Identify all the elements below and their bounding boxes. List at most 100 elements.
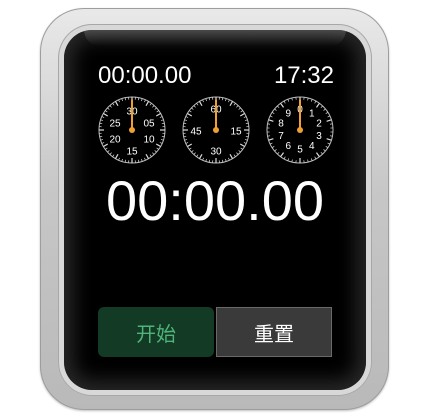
sub-dials: 30 05 10 15 20 25 60 15 30 45 0123456789 <box>98 96 334 164</box>
dial-tick <box>105 110 108 113</box>
dial-tick <box>155 112 161 117</box>
dial-tick <box>152 105 155 108</box>
dial-tick <box>315 102 320 108</box>
dial-tick <box>152 152 155 155</box>
dial-tick <box>314 100 317 104</box>
tenths-dial-hub <box>297 127 303 133</box>
dial-tick <box>327 142 331 145</box>
dial-tick <box>320 105 323 109</box>
dial-tick <box>244 119 248 121</box>
dial-tick <box>325 112 329 114</box>
dial-tick <box>191 107 194 110</box>
dial-tick <box>320 151 323 155</box>
dial-tick <box>141 98 143 102</box>
dial-tick <box>202 99 204 103</box>
tenths-dial-label-2: 2 <box>316 118 322 129</box>
dial-tick <box>121 98 123 102</box>
tenths-dial-label-4: 4 <box>309 141 315 152</box>
screen-glare <box>84 30 346 46</box>
dial-tick <box>185 142 189 144</box>
dial-tick <box>205 158 207 162</box>
dial-tick <box>198 153 203 159</box>
dial-tick <box>239 143 245 148</box>
dial-tick <box>159 142 163 144</box>
dial-tick <box>274 108 277 111</box>
dial-tick <box>107 150 110 153</box>
tenths-dial-label-7: 7 <box>278 131 284 142</box>
watch-screen: 00:00.00 17:32 30 05 10 15 20 25 60 15 3… <box>64 30 366 390</box>
reset-button[interactable]: 重置 <box>216 307 332 357</box>
dial-tick <box>327 115 331 118</box>
dial-tick <box>189 110 192 113</box>
dial-tick <box>185 116 189 118</box>
dial-tick <box>118 157 120 161</box>
dial-tick <box>205 98 207 102</box>
dial-tick <box>202 157 204 161</box>
dial-tick <box>280 152 285 158</box>
seconds-dial: 60 15 30 45 <box>182 96 250 164</box>
start-button[interactable]: 开始 <box>98 307 214 357</box>
dial-tick <box>184 119 188 121</box>
dial-tick <box>326 138 332 141</box>
dial-tick <box>101 142 105 144</box>
dial-tick <box>268 138 274 141</box>
minutes-dial-label-10: 10 <box>143 135 155 146</box>
dial-tick <box>103 143 109 148</box>
dial-tick <box>268 119 274 122</box>
seconds-dial-hub <box>213 127 219 133</box>
dial-tick <box>277 151 280 155</box>
dial-tick <box>159 116 163 118</box>
dial-tick <box>105 147 108 150</box>
dial-tick <box>121 158 123 162</box>
dial-tick <box>233 103 236 106</box>
dial-tick <box>100 119 104 121</box>
dial-tick <box>228 99 230 103</box>
dial-tick <box>196 103 199 106</box>
minutes-dial-label-15: 15 <box>126 147 138 158</box>
dial-tick <box>112 154 115 157</box>
dial-tick <box>103 112 109 117</box>
dial-tick <box>315 152 320 158</box>
dial-tick <box>287 158 290 161</box>
dial-tick <box>240 147 243 150</box>
minutes-dial-label-05: 05 <box>143 119 155 130</box>
dial-tick <box>243 142 247 144</box>
dial-tick <box>184 139 188 141</box>
clock-time: 17:32 <box>273 62 334 89</box>
dial-tick <box>240 110 243 113</box>
dial-tick <box>101 116 105 118</box>
dial-tick <box>109 105 112 108</box>
tenths-dial-label-3: 3 <box>316 131 322 142</box>
dial-tick <box>325 146 329 148</box>
tenths-dial-label-8: 8 <box>278 118 284 129</box>
dial-tick <box>238 107 241 110</box>
dial-tick <box>187 143 193 148</box>
minutes-dial-label-20: 20 <box>109 135 121 146</box>
dial-tick <box>280 102 285 108</box>
dial-tick <box>326 119 332 122</box>
dial-tick <box>107 107 110 110</box>
dial-tick <box>236 152 239 155</box>
tenths-dial-label-9: 9 <box>285 108 291 119</box>
dial-tick <box>228 157 230 161</box>
dial-tick <box>187 112 193 117</box>
seconds-dial-label-45: 45 <box>190 127 202 138</box>
dial-tick <box>314 156 317 160</box>
dial-tick <box>277 105 280 109</box>
dial-tick <box>144 157 146 161</box>
dial-tick <box>274 149 277 152</box>
dial-tick <box>236 105 239 108</box>
dial-tick <box>233 154 236 157</box>
dial-tick <box>193 152 196 155</box>
dial-tick <box>141 158 143 162</box>
dial-tick <box>239 112 245 117</box>
main-time-display: 00:00.00 <box>106 169 324 232</box>
dial-tick <box>271 112 275 114</box>
dial-tick <box>287 99 290 102</box>
dial-tick <box>225 98 227 102</box>
minutes-dial: 30 05 10 15 20 25 <box>98 96 166 164</box>
dial-tick <box>269 115 273 118</box>
dial-tick <box>283 100 286 104</box>
minutes-dial-hub <box>129 127 135 133</box>
dial-tick <box>144 99 146 103</box>
